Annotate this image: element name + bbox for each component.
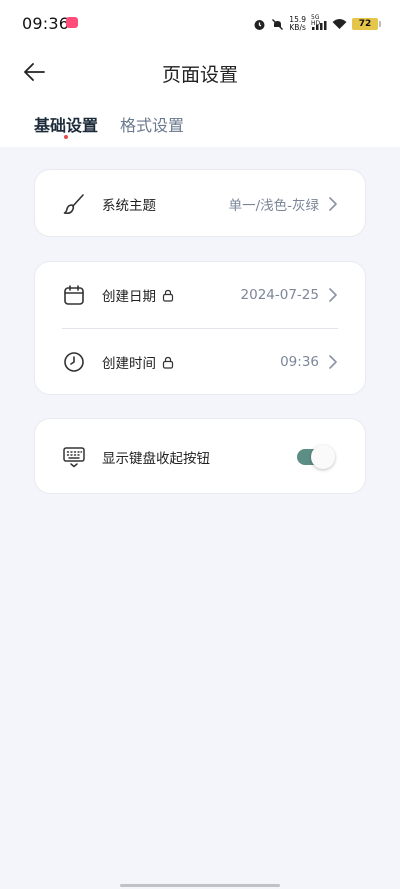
alarm-icon: [254, 19, 265, 30]
tab-bar: 基础设置 格式设置: [34, 112, 184, 139]
chevron-right-icon: [327, 196, 339, 212]
chevron-right-icon: [327, 287, 339, 303]
calendar-icon: [62, 283, 86, 307]
keyboard-icon: [62, 445, 86, 469]
active-tab-indicator: [64, 135, 68, 139]
keyboard-button-label: 显示键盘收起按钮: [102, 451, 210, 467]
tab-basic-settings[interactable]: 基础设置: [34, 112, 98, 139]
theme-value: 单一/浅色-灰绿: [228, 198, 319, 214]
created-time-value: 09:36: [280, 354, 319, 370]
keyboard-button-toggle[interactable]: [297, 445, 335, 469]
status-time: 09:36: [22, 14, 70, 33]
status-bar: 09:36 15.9 KB/s 5G HD 72: [0, 0, 400, 46]
home-indicator[interactable]: [120, 884, 280, 887]
toggle-knob: [311, 445, 335, 469]
created-date-row[interactable]: 创建日期 2024-07-25: [35, 262, 365, 328]
theme-row[interactable]: 系统主题 单一/浅色-灰绿: [35, 171, 365, 237]
top-area: 09:36 15.9 KB/s 5G HD 72 页面设置 基础设置 格式设置: [0, 0, 400, 147]
notification-app-icon: [66, 17, 78, 28]
created-date-value: 2024-07-25: [240, 287, 319, 303]
created-time-label: 创建时间: [102, 356, 156, 372]
lock-icon: [162, 356, 174, 369]
wifi-icon: [332, 19, 347, 29]
status-icons: 15.9 KB/s 5G HD 72: [253, 14, 381, 34]
chevron-right-icon: [327, 354, 339, 370]
battery-indicator: 72: [352, 18, 381, 30]
theme-card: 系统主题 单一/浅色-灰绿: [34, 169, 366, 237]
network-speed: 15.9 KB/s: [289, 15, 306, 32]
lock-icon: [162, 289, 174, 302]
tab-format-settings[interactable]: 格式设置: [120, 112, 184, 136]
created-date-label: 创建日期: [102, 289, 156, 305]
cellular-signal-icon: 5G HD: [311, 15, 327, 31]
keyboard-card: 显示键盘收起按钮: [34, 418, 366, 494]
clock-icon: [62, 350, 86, 374]
screen: 09:36 15.9 KB/s 5G HD 72 页面设置 基础设置 格式设置 …: [0, 0, 400, 889]
theme-label: 系统主题: [102, 198, 156, 214]
created-time-row[interactable]: 创建时间 09:36: [35, 329, 365, 395]
page-title: 页面设置: [161, 64, 238, 86]
brush-icon: [62, 192, 86, 216]
mute-bell-icon: [272, 18, 284, 30]
creation-card: 创建日期 2024-07-25 创建时间 09:36: [34, 261, 366, 395]
